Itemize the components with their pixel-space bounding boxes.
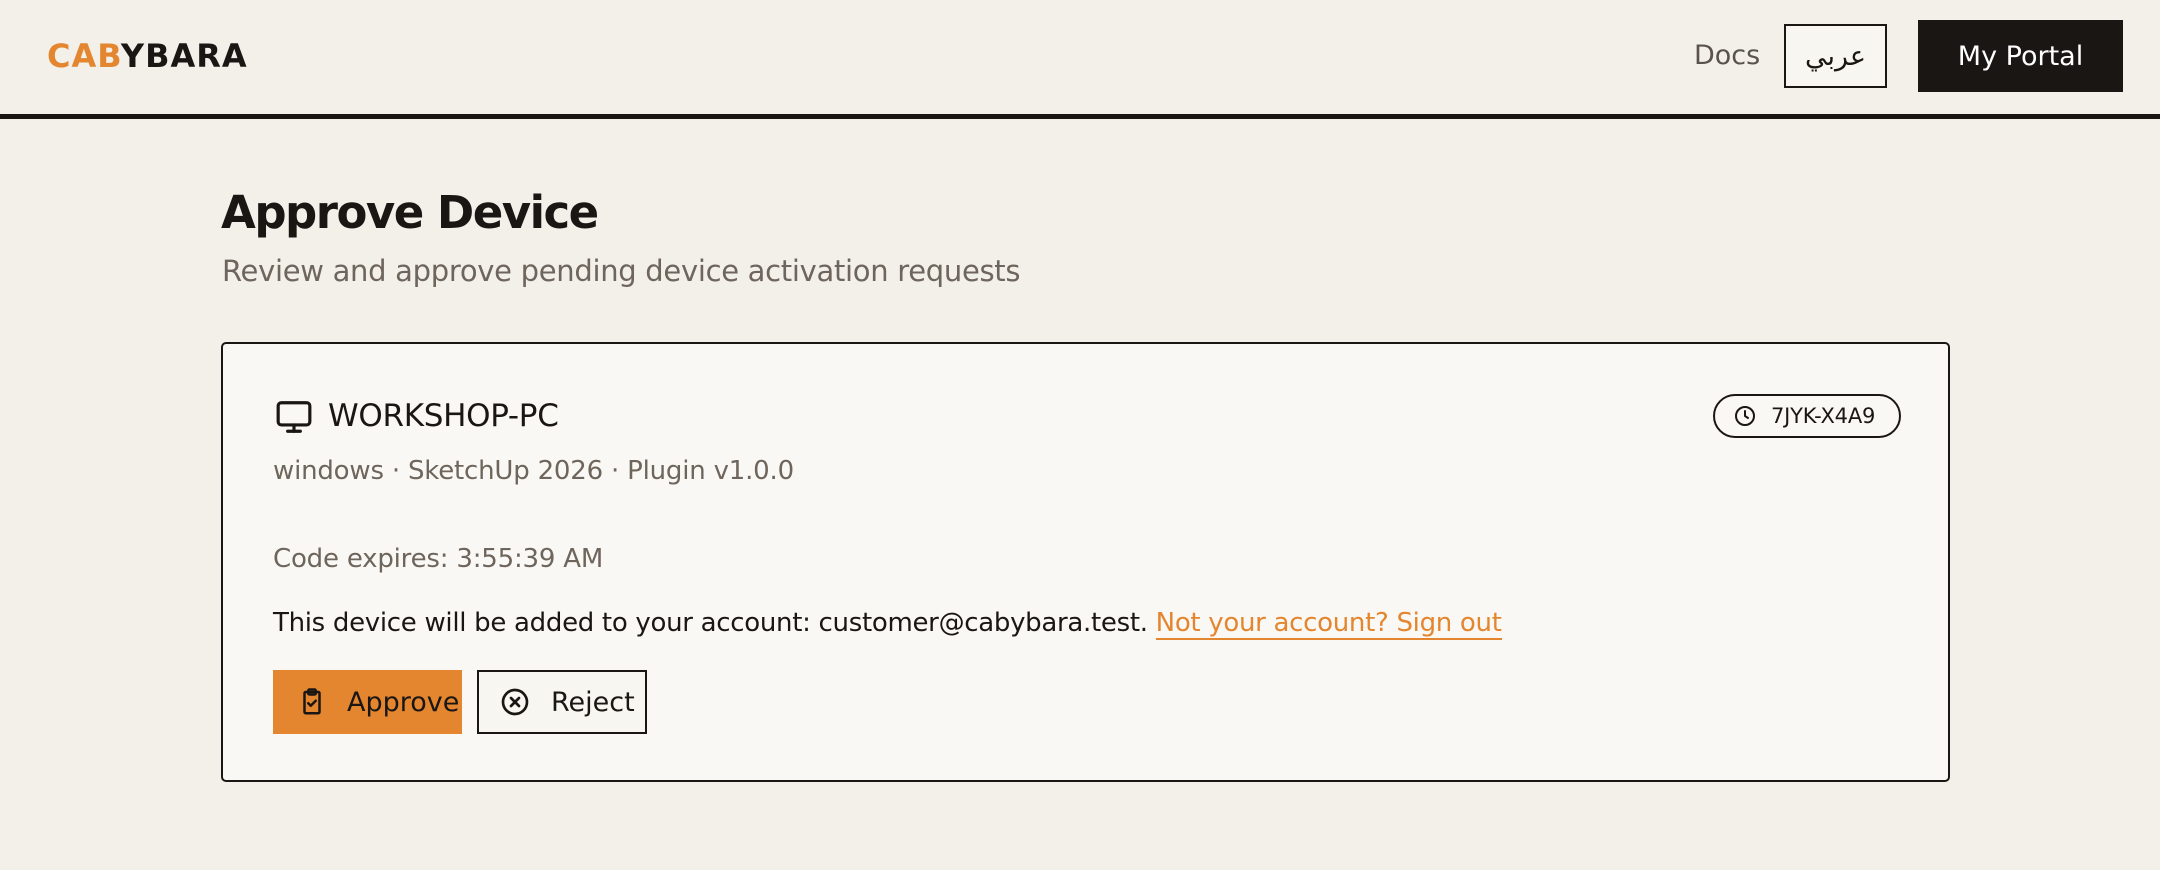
clock-icon: [1735, 406, 1755, 426]
logo-accent-text: CAB: [47, 37, 121, 75]
device-code-text: 7JYK-X4A9: [1771, 404, 1876, 428]
my-portal-button[interactable]: My Portal: [1918, 20, 2123, 92]
account-notice: This device will be added to your accoun…: [273, 606, 1502, 640]
code-expiry: Code expires: 3:55:39 AM: [273, 544, 604, 574]
device-code-badge: 7JYK-X4A9: [1713, 394, 1901, 438]
device-request-card: WORKSHOP-PC 7JYK-X4A9 windows · SketchUp…: [221, 342, 1950, 782]
sign-out-link[interactable]: Not your account? Sign out: [1155, 608, 1502, 640]
logo-main-text: YBARA: [120, 37, 248, 75]
device-meta: windows · SketchUp 2026 · Plugin v1.0.0: [273, 456, 794, 486]
device-name: WORKSHOP-PC: [328, 398, 559, 434]
approve-button[interactable]: Approve: [273, 670, 462, 734]
clipboard-check-icon: [303, 688, 321, 715]
account-notice-text: This device will be added to your accoun…: [273, 608, 1156, 638]
docs-link[interactable]: Docs: [1694, 38, 1760, 74]
approve-button-label: Approve: [347, 686, 460, 718]
reject-button-label: Reject: [551, 686, 635, 718]
reject-button[interactable]: Reject: [477, 670, 647, 734]
top-header: CABYBARA Docs عربي My Portal: [0, 0, 2160, 119]
page-subtitle: Review and approve pending device activa…: [222, 254, 1021, 288]
monitor-icon: [275, 398, 313, 436]
page-title: Approve Device: [221, 186, 599, 239]
logo[interactable]: CABYBARA: [47, 36, 248, 76]
language-toggle-button[interactable]: عربي: [1784, 24, 1887, 88]
x-circle-icon: [501, 688, 529, 716]
